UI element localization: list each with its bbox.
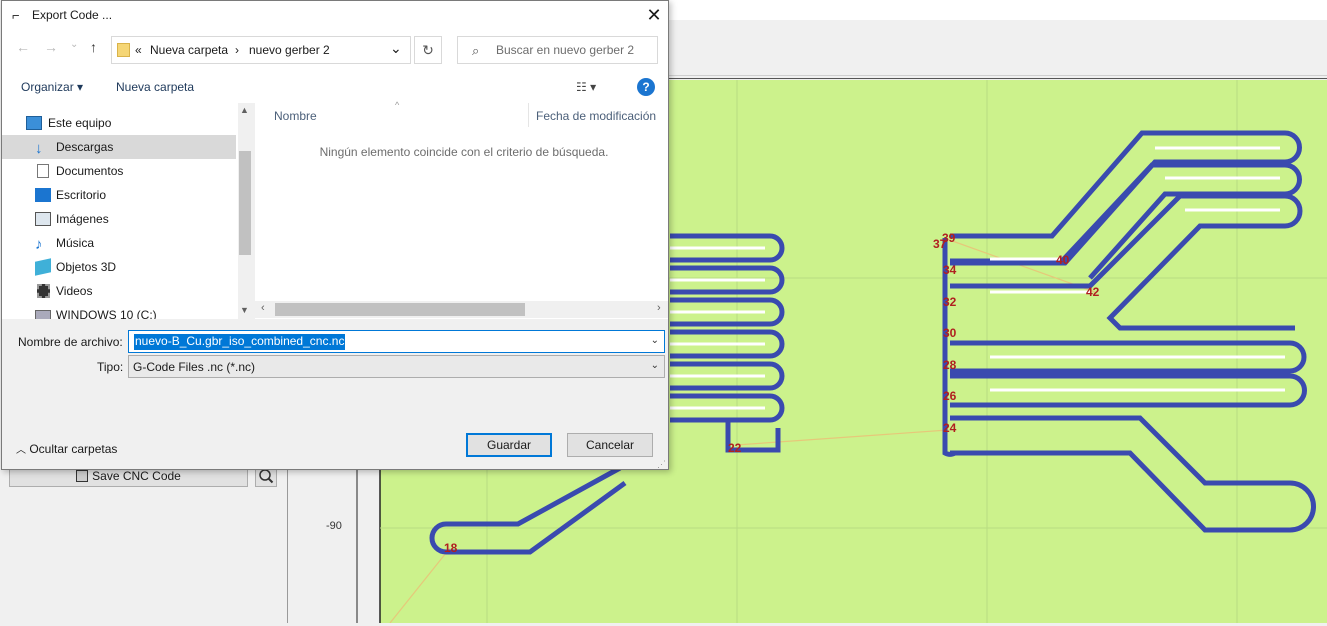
column-header-date[interactable]: Fecha de modificación — [536, 109, 656, 123]
nav-item-label: Objetos 3D — [56, 260, 117, 274]
file-pane-horizontal-scrollbar[interactable]: ‹ › — [255, 301, 668, 318]
breadcrumb-nuevo-gerber-2[interactable]: nuevo gerber 2 — [249, 43, 330, 57]
filename-field[interactable]: nuevo-B_Cu.gbr_iso_combined_cnc.nc ⌄ — [128, 330, 665, 353]
point-label: 28 — [943, 358, 957, 372]
point-label: 18 — [444, 541, 458, 555]
filetype-value: G-Code Files .nc (*.nc) — [133, 360, 256, 374]
point-label: 22 — [728, 441, 742, 455]
export-code-dialog: ⌐ Export Code ... ✕ ← → ⌄ ↑ « Nueva carp… — [1, 0, 669, 470]
point-label: 40 — [1056, 253, 1070, 267]
scroll-down-icon[interactable]: ▼ — [240, 305, 249, 315]
address-bar[interactable]: « Nueva carpeta › nuevo gerber 2 ⌄ — [111, 36, 411, 64]
nav-item-label: Documentos — [56, 164, 124, 178]
filetype-label: Tipo: — [97, 360, 124, 374]
filetype-select[interactable]: G-Code Files .nc (*.nc) ⌄ — [128, 355, 665, 378]
command-bar: Organizar ▾ Nueva carpeta ☷ ▾ ? — [2, 71, 668, 103]
point-label: 34 — [943, 263, 957, 277]
chevron-down-icon[interactable]: ⌄ — [651, 335, 659, 346]
scrollbar-thumb[interactable] — [239, 151, 251, 255]
save-cnc-label: Save CNC Code — [92, 469, 181, 483]
new-folder-button[interactable]: Nueva carpeta — [116, 80, 194, 94]
organize-menu[interactable]: Organizar ▾ — [21, 80, 83, 94]
app-tab-bar — [669, 20, 1327, 76]
point-label: 26 — [943, 389, 957, 403]
video-icon — [37, 284, 50, 298]
nav-item-imagenes[interactable]: Imágenes — [2, 207, 236, 231]
breadcrumb-overflow[interactable]: « — [135, 43, 142, 57]
nav-item-descargas[interactable]: ↓ Descargas — [2, 135, 236, 159]
column-separator[interactable] — [528, 103, 529, 127]
point-label: 24 — [943, 421, 957, 435]
search-box[interactable]: ⌕ — [457, 36, 658, 64]
back-arrow-icon[interactable]: ← — [16, 39, 30, 55]
resize-grip-icon[interactable]: ⋰ — [657, 459, 666, 470]
folder-icon — [117, 43, 130, 57]
app-icon: ⌐ — [12, 8, 20, 23]
hide-folders-label: Ocultar carpetas — [29, 442, 118, 456]
scroll-up-icon[interactable]: ▲ — [240, 105, 249, 115]
nav-item-windows-10-c[interactable]: WINDOWS 10 (C:) — [2, 303, 236, 319]
cube-icon — [35, 258, 51, 276]
app-toolbar — [669, 0, 1327, 20]
scroll-right-icon[interactable]: › — [657, 302, 661, 314]
chevron-down-icon[interactable]: ⌄ — [651, 360, 659, 371]
nav-item-label: Videos — [56, 284, 93, 298]
nav-item-documentos[interactable]: Documentos — [2, 159, 236, 183]
nav-item-escritorio[interactable]: Escritorio — [2, 183, 236, 207]
column-header-name[interactable]: Nombre — [274, 109, 317, 123]
dialog-titlebar[interactable]: ⌐ Export Code ... ✕ — [2, 1, 668, 29]
up-arrow-icon[interactable]: ↑ — [90, 39, 97, 55]
nav-item-label: Este equipo — [48, 116, 112, 130]
floppy-icon — [76, 470, 89, 482]
drive-icon — [35, 310, 51, 319]
navigation-bar: ← → ⌄ ↑ « Nueva carpeta › nuevo gerber 2… — [2, 29, 668, 71]
filename-value[interactable]: nuevo-B_Cu.gbr_iso_combined_cnc.nc — [134, 334, 346, 350]
y-axis-tick: -90 — [326, 520, 342, 532]
hide-folders-toggle[interactable]: ︿ Ocultar carpetas — [16, 441, 117, 456]
chevron-down-icon[interactable]: ⌄ — [390, 40, 402, 57]
file-list-pane: ^ Nombre Fecha de modificación Ningún el… — [255, 100, 668, 319]
empty-results-message: Ningún elemento coincide con el criterio… — [319, 145, 609, 159]
nav-item-label: Música — [56, 236, 95, 250]
nav-item-label: WINDOWS 10 (C:) — [56, 308, 157, 319]
sort-ascending-icon: ^ — [395, 100, 400, 110]
close-button[interactable]: ✕ — [640, 3, 668, 27]
nav-item-videos[interactable]: Videos — [2, 279, 236, 303]
point-label: 37 — [933, 237, 947, 251]
search-input[interactable] — [496, 42, 654, 58]
nav-item-musica[interactable]: ♪ Música — [2, 231, 236, 255]
refresh-button[interactable]: ↻ — [414, 36, 442, 64]
view-options-icon[interactable]: ☷ ▾ — [576, 80, 596, 94]
point-label: 32 — [943, 295, 957, 309]
save-button[interactable]: Guardar — [466, 433, 552, 457]
search-icon: ⌕ — [472, 43, 480, 58]
nav-item-label: Imágenes — [56, 212, 109, 226]
scrollbar-thumb[interactable] — [275, 303, 525, 316]
scroll-left-icon[interactable]: ‹ — [261, 302, 265, 314]
nav-pane-scrollbar[interactable]: ▲ ▼ — [238, 103, 252, 319]
dialog-title: Export Code ... — [32, 8, 113, 22]
breadcrumb-separator-icon: › — [235, 43, 239, 57]
cancel-button[interactable]: Cancelar — [567, 433, 653, 457]
point-label: 42 — [1086, 285, 1100, 299]
point-label: 30 — [943, 326, 957, 340]
nav-item-label: Descargas — [56, 140, 114, 154]
document-icon — [37, 164, 49, 178]
download-icon: ↓ — [35, 140, 43, 157]
nav-item-label: Escritorio — [56, 188, 107, 202]
nav-item-objetos-3d[interactable]: Objetos 3D — [2, 255, 236, 279]
pictures-icon — [35, 212, 51, 226]
filename-label: Nombre de archivo: — [18, 335, 123, 349]
desktop-icon — [35, 188, 51, 202]
computer-icon — [26, 116, 42, 130]
left-panel — [0, 470, 300, 623]
help-icon[interactable]: ? — [637, 78, 655, 96]
chevron-up-icon: ︿ — [16, 445, 26, 456]
nav-item-este-equipo[interactable]: Este equipo — [2, 111, 236, 135]
music-icon: ♪ — [35, 236, 43, 253]
navigation-pane: Este equipo ↓ Descargas Documentos Escri… — [2, 103, 252, 319]
forward-arrow-icon[interactable]: → — [44, 39, 58, 55]
recent-locations-icon[interactable]: ⌄ — [70, 39, 78, 50]
breadcrumb-nueva-carpeta[interactable]: Nueva carpeta — [150, 43, 228, 57]
